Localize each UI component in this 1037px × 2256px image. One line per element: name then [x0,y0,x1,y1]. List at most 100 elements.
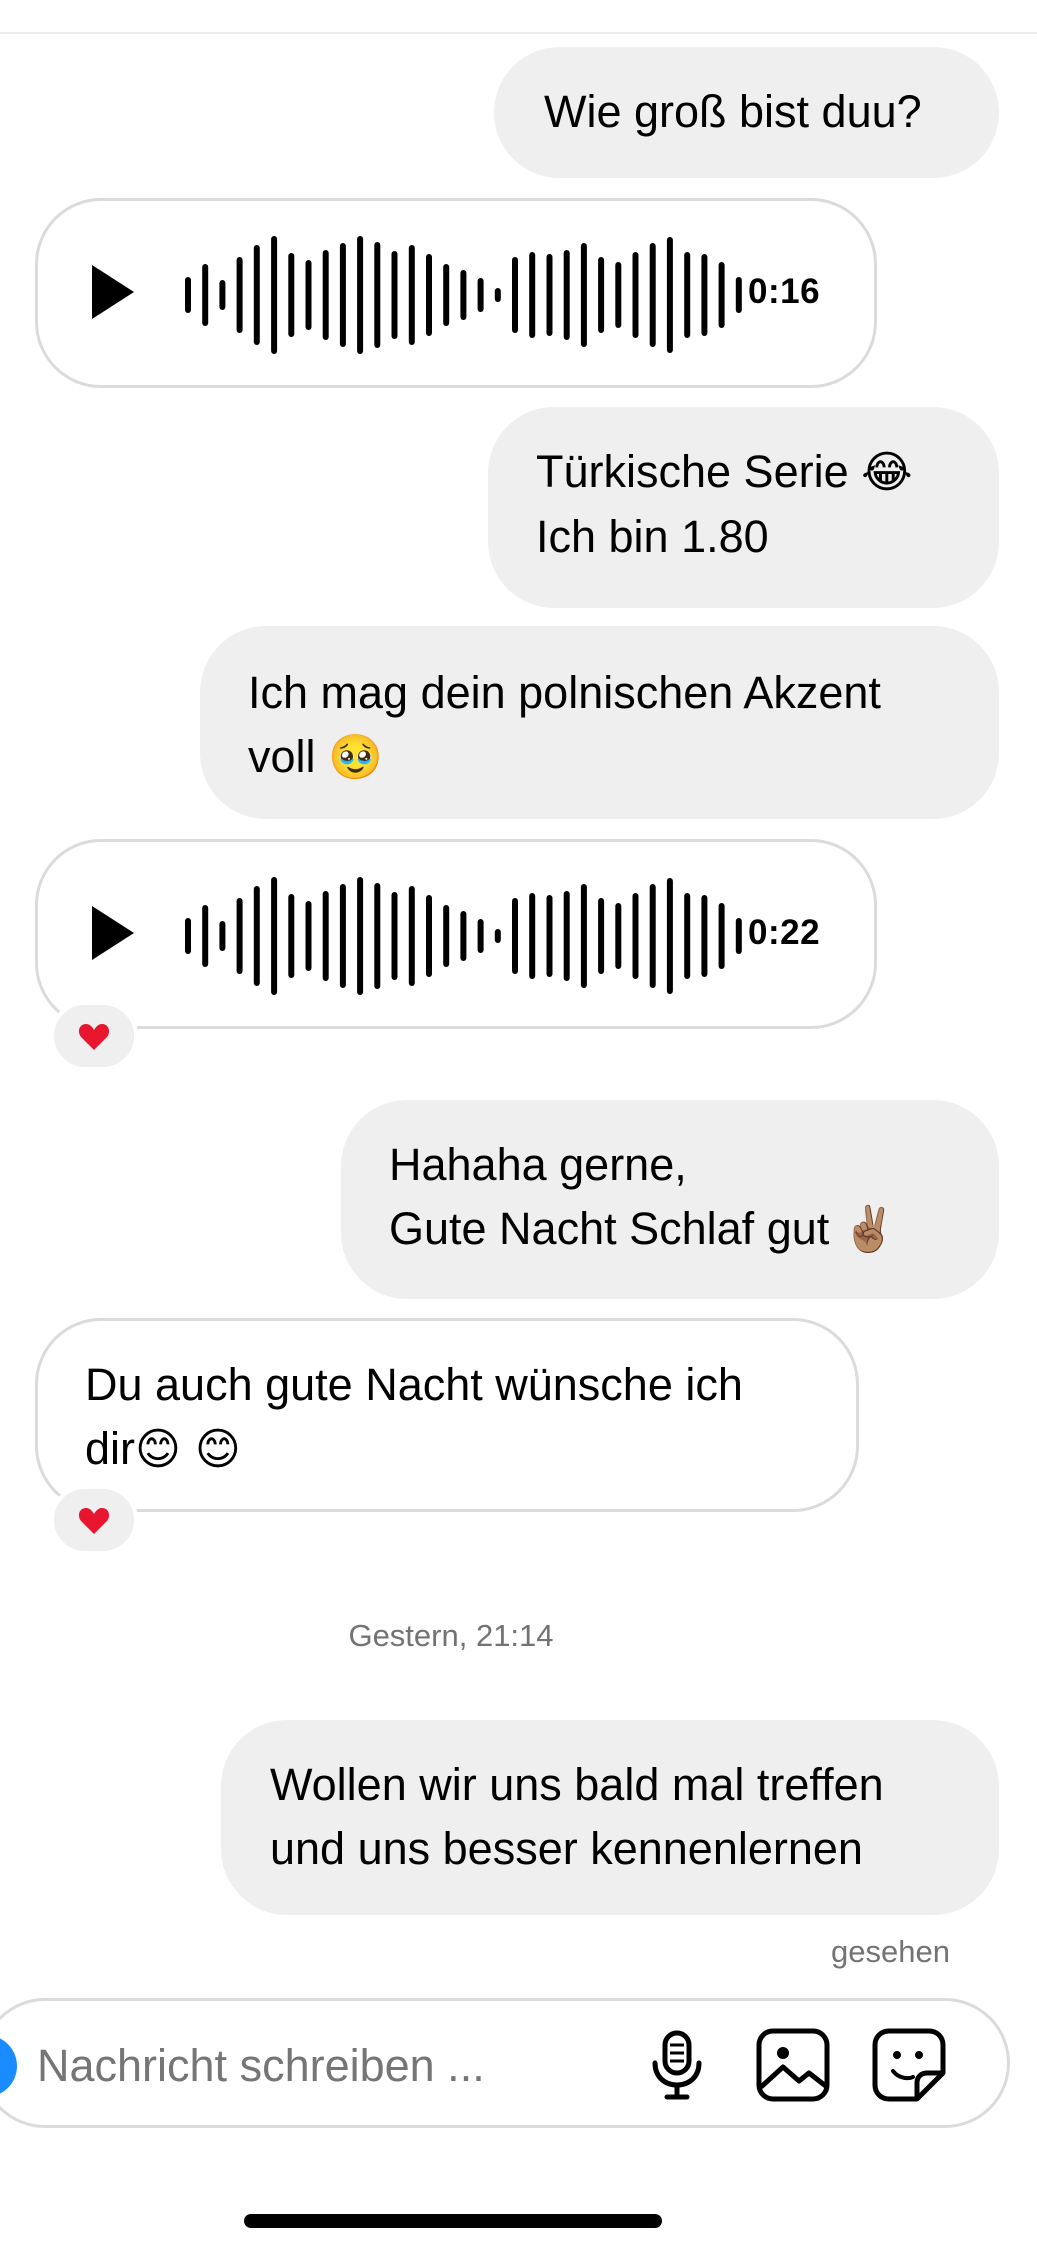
message-text: Wollen wir uns bald mal treffen [270,1759,884,1810]
sticker-icon[interactable] [869,2025,949,2105]
waveform-bar [477,278,484,312]
camera-button[interactable] [0,2035,17,2097]
waveform-bar [529,252,536,338]
message-outgoing[interactable]: Ich mag dein polnischen Akzent voll 🥹 [200,626,999,819]
waveform-bar [529,893,536,979]
waveform [185,236,742,354]
message-text: Ich mag dein polnischen Akzent [248,667,881,718]
message-incoming[interactable]: Du auch gute Nacht wünsche ich dir😊 😊 [35,1318,859,1512]
waveform-bar [202,264,209,326]
reaction-badge[interactable] [50,1485,138,1555]
waveform-bar [512,898,518,974]
home-indicator [244,2214,662,2228]
waveform-bar [580,884,587,988]
waveform-bar [185,277,191,313]
date-separator: Gestern, 21:14 [348,1618,554,1653]
waveform-bar [443,905,450,967]
waveform-bar [271,877,278,995]
waveform-bar [253,886,260,986]
waveform-bar [718,903,725,969]
message-text: dir [85,1423,136,1474]
waveform [185,877,742,995]
waveform-bar [684,893,691,979]
waveform-bar [666,878,673,994]
waveform-bar [443,264,450,326]
play-icon[interactable] [92,265,134,319]
message-outgoing[interactable]: Türkische Serie 😂 Ich bin 1.80 [488,407,999,608]
waveform-bar [288,894,295,978]
waveform-bar [460,270,467,320]
waveform-bar [305,901,312,971]
message-outgoing[interactable]: Wie groß bist duu? [494,47,999,178]
smiling-face-emoji: 😊 [180,1424,241,1475]
waveform-bar [185,918,191,954]
waveform-bar [546,895,553,977]
waveform-bar [391,892,398,980]
voice-duration: 0:16 [748,272,821,311]
waveform-bar [701,254,708,336]
waveform-bar [615,262,622,328]
waveform-bar [426,895,432,977]
waveform-bar [649,884,656,988]
waveform-bar [236,257,243,333]
waveform-bar [598,898,605,974]
waveform-bar [357,877,364,995]
message-composer [0,1998,1010,2128]
waveform-bar [271,236,278,354]
waveform-bar [666,237,673,353]
image-icon[interactable] [753,2025,833,2105]
waveform-bar [219,280,226,310]
waveform-bar [202,905,209,967]
message-text: Wie groß bist duu? [544,86,922,137]
message-line: dir😊 😊 [85,1417,856,1482]
reaction-badge[interactable] [50,1001,138,1071]
waveform-bar [391,251,398,339]
message-text: Du auch gute Nacht wünsche ich [85,1359,743,1410]
waveform-bar [374,883,381,989]
waveform-bar [632,893,639,979]
message-text: Türkische Serie [536,446,862,497]
waveform-bar [408,886,415,986]
waveform-bar [735,918,742,954]
waveform-bar [649,243,656,347]
waveform-bar [546,254,553,336]
waveform-bar [718,262,725,328]
waveform-bar [563,250,570,340]
pleading-face-emoji: 🥹 [328,732,383,783]
waveform-bar [460,911,467,961]
waveform-bar [339,243,346,347]
waveform-bar [408,245,415,345]
waveform-bar [236,898,243,974]
message-line: Türkische Serie 😂 [536,440,999,505]
waveform-bar [563,891,570,981]
waveform-bar [219,921,226,951]
voice-duration: 0:22 [748,913,821,952]
message-text: Hahaha gerne, [389,1139,687,1190]
message-text: und uns besser kennenlernen [270,1823,863,1874]
message-line: Gute Nacht Schlaf gut ✌🏽 [389,1197,999,1262]
voice-message[interactable]: 0:22 [35,839,877,1029]
waveform-bar [632,252,639,338]
waveform-bar [701,895,708,977]
waveform-bar [357,236,364,354]
waveform-bar [288,253,295,337]
waveform-bar [339,884,346,988]
message-text: Ich bin 1.80 [536,511,769,562]
message-line: voll 🥹 [248,725,999,790]
microphone-icon[interactable] [637,2025,717,2105]
message-input[interactable] [37,2035,627,2097]
waveform-bar [253,245,260,345]
message-text: voll [248,731,329,782]
waveform-bar [305,260,312,330]
smiling-face-emoji: 😊 [135,1424,181,1475]
message-outgoing[interactable]: Hahaha gerne, Gute Nacht Schlaf gut ✌🏽 [341,1100,999,1299]
voice-message[interactable]: 0:16 [35,198,877,388]
waveform-bar [374,242,381,348]
waveform-bar [494,288,501,302]
waveform-bar [735,277,742,313]
waveform-bar [322,891,329,981]
play-icon[interactable] [92,906,134,960]
message-outgoing[interactable]: Wollen wir uns bald mal treffen und uns … [221,1720,999,1915]
heart-icon [78,1508,110,1534]
waveform-bar [426,254,432,336]
